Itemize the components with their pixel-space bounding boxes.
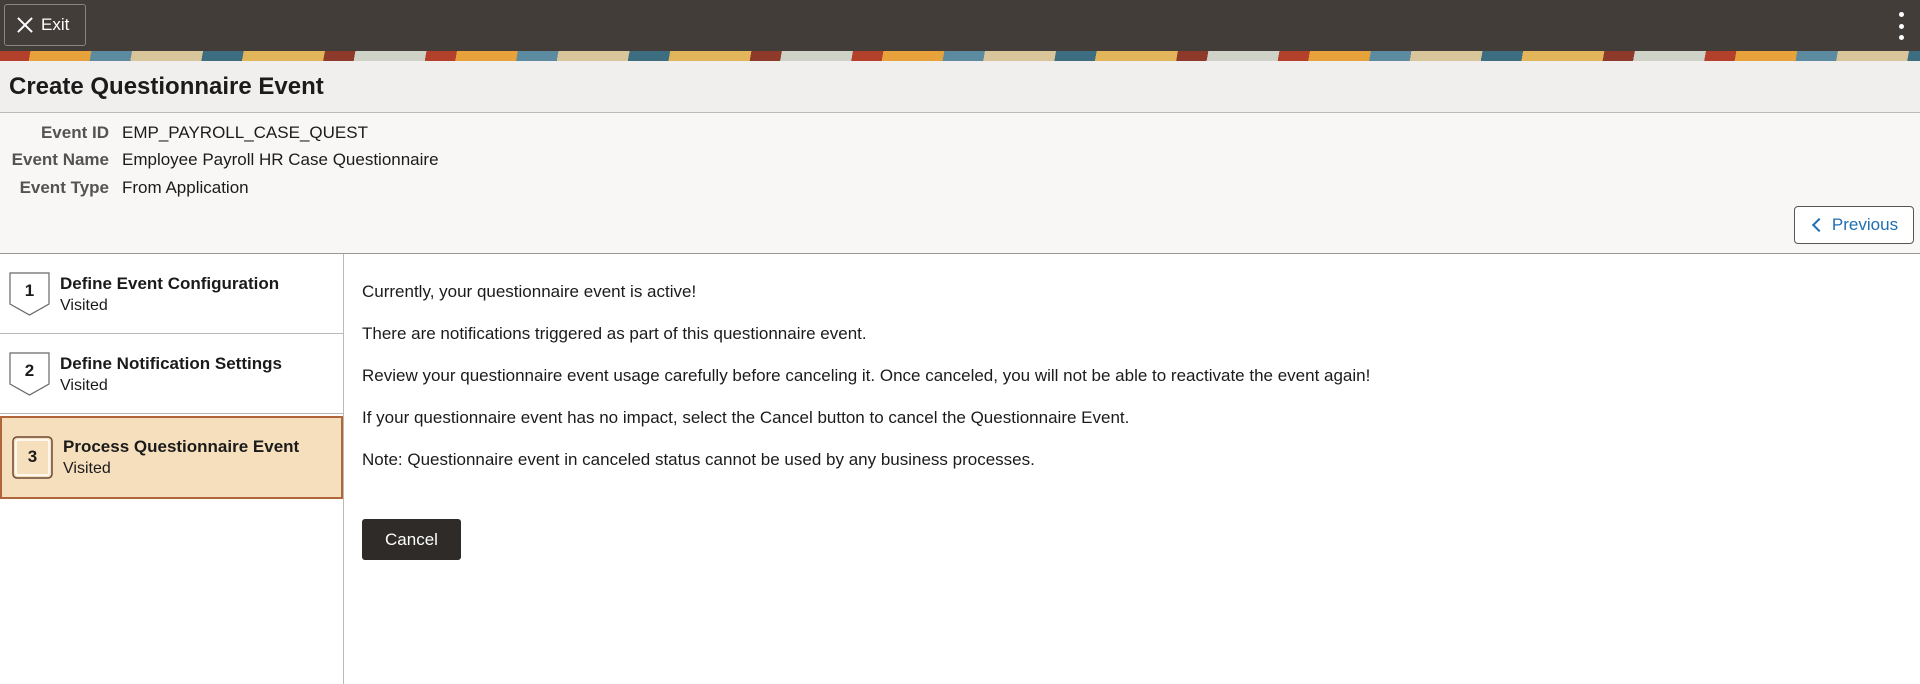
event-type-label: Event Type [19, 178, 109, 197]
event-type-row: Event Type From Application [0, 176, 249, 200]
title-bar: Create Questionnaire Event [0, 61, 1920, 113]
main-content: Currently, your questionnaire event is a… [344, 254, 1920, 684]
cancel-button[interactable]: Cancel [362, 519, 461, 560]
review-warning-message: Review your questionnaire event usage ca… [362, 366, 1371, 385]
exit-label: Exit [41, 15, 70, 34]
menu-dot [1898, 23, 1904, 29]
page-title: Create Questionnaire Event [9, 73, 324, 100]
event-type-value: From Application [122, 178, 249, 197]
step-status: Visited [60, 377, 108, 394]
status-message: Currently, your questionnaire event is a… [362, 282, 697, 301]
step-status: Visited [63, 460, 111, 477]
step-process-questionnaire-event[interactable]: 3 Process Questionnaire Event Visited [0, 416, 343, 499]
note-message: Note: Questionnaire event in canceled st… [362, 450, 1035, 469]
event-name-row: Event Name Employee Payroll HR Case Ques… [0, 148, 439, 172]
event-name-value: Employee Payroll HR Case Questionnaire [122, 150, 439, 169]
top-bar: Exit [0, 0, 1920, 51]
event-name-label: Event Name [11, 150, 109, 169]
step-number: 1 [24, 281, 35, 300]
exit-button[interactable]: Exit [4, 4, 86, 46]
event-info-panel: Event ID EMP_PAYROLL_CASE_QUEST Event Na… [0, 113, 1920, 254]
kebab-menu-icon[interactable] [1896, 12, 1906, 40]
chevron-left-icon [1811, 217, 1826, 233]
cancel-instruction-message: If your questionnaire event has no impac… [362, 408, 1130, 427]
step-number: 3 [27, 447, 38, 466]
event-id-row: Event ID EMP_PAYROLL_CASE_QUEST [0, 121, 368, 145]
step-number-badge: 1 [9, 272, 50, 316]
event-id-label: Event ID [40, 123, 109, 142]
step-define-notification-settings[interactable]: 2 Define Notification Settings Visited [0, 334, 343, 414]
previous-label: Previous [1831, 215, 1899, 234]
notifications-message: There are notifications triggered as par… [362, 324, 867, 343]
step-title: Define Notification Settings [60, 354, 282, 373]
steps-panel: 1 Define Event Configuration Visited 2 D… [0, 254, 344, 684]
event-id-value: EMP_PAYROLL_CASE_QUEST [122, 123, 368, 142]
previous-button[interactable]: Previous [1794, 206, 1914, 244]
step-define-event-configuration[interactable]: 1 Define Event Configuration Visited [0, 254, 343, 334]
close-icon [17, 17, 33, 33]
step-title: Process Questionnaire Event [63, 437, 300, 456]
menu-dot [1898, 12, 1904, 17]
step-status: Visited [60, 297, 108, 314]
step-number: 2 [24, 361, 35, 380]
decorative-banner [0, 51, 1920, 61]
step-number-badge: 3 [12, 436, 53, 480]
step-number-badge: 2 [9, 352, 50, 396]
step-title: Define Event Configuration [60, 274, 280, 293]
menu-dot [1898, 35, 1904, 40]
